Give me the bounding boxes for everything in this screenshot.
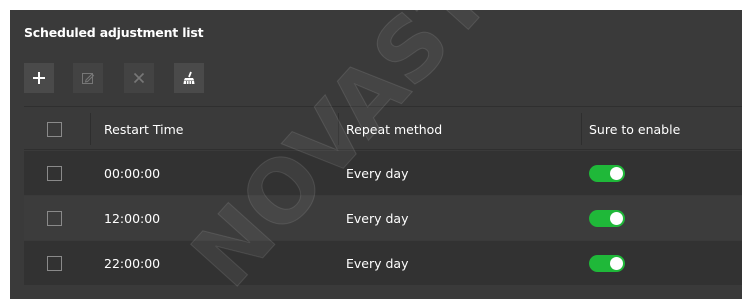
broom-icon bbox=[183, 71, 195, 84]
header-repeat-method[interactable]: Repeat method bbox=[346, 107, 586, 151]
close-icon bbox=[133, 72, 145, 84]
schedule-table: Restart Time Repeat method Sure to enabl… bbox=[24, 106, 742, 285]
enable-toggle[interactable] bbox=[589, 164, 625, 182]
header-restart-time[interactable]: Restart Time bbox=[104, 107, 344, 151]
restart-time-cell: 00:00:00 bbox=[104, 165, 161, 181]
column-divider bbox=[338, 113, 339, 145]
repeat-method-cell: Every day bbox=[346, 210, 409, 226]
repeat-method-cell: Every day bbox=[346, 165, 409, 181]
enable-cell bbox=[589, 151, 739, 195]
edit-icon bbox=[82, 73, 95, 84]
row-checkbox[interactable] bbox=[46, 255, 62, 271]
plus-icon bbox=[33, 72, 45, 84]
clear-button[interactable] bbox=[174, 63, 204, 93]
row-check-cell bbox=[24, 151, 90, 195]
select-all-checkbox[interactable] bbox=[46, 121, 62, 137]
enable-toggle[interactable] bbox=[589, 254, 625, 272]
enable-cell bbox=[589, 196, 739, 240]
table-row[interactable]: 00:00:00 Every day bbox=[24, 151, 742, 195]
row-check-cell bbox=[24, 196, 90, 240]
repeat-method-cell: Every day bbox=[346, 255, 409, 271]
edit-button[interactable] bbox=[73, 63, 103, 93]
restart-time-cell: 22:00:00 bbox=[104, 255, 161, 271]
column-divider bbox=[90, 113, 91, 145]
row-checkbox[interactable] bbox=[46, 165, 62, 181]
row-check-cell bbox=[24, 241, 90, 285]
table-row[interactable]: 12:00:00 Every day bbox=[24, 196, 742, 240]
restart-time-cell: 12:00:00 bbox=[104, 210, 161, 226]
toggle-knob bbox=[610, 211, 623, 225]
table-row[interactable]: 22:00:00 Every day bbox=[24, 241, 742, 285]
delete-button[interactable] bbox=[124, 63, 154, 93]
toggle-knob bbox=[610, 256, 623, 270]
enable-toggle[interactable] bbox=[589, 209, 625, 227]
table-header-row: Restart Time Repeat method Sure to enabl… bbox=[24, 106, 742, 150]
enable-cell bbox=[589, 241, 739, 285]
column-divider bbox=[581, 113, 582, 145]
panel-title: Scheduled adjustment list bbox=[24, 25, 204, 40]
header-check-cell bbox=[24, 107, 90, 151]
schedule-panel: Scheduled adjustment list Restart Time R… bbox=[10, 10, 742, 299]
add-button[interactable] bbox=[24, 63, 54, 93]
toggle-knob bbox=[610, 166, 623, 180]
row-checkbox[interactable] bbox=[46, 210, 62, 226]
header-sure-to-enable[interactable]: Sure to enable bbox=[589, 107, 739, 151]
